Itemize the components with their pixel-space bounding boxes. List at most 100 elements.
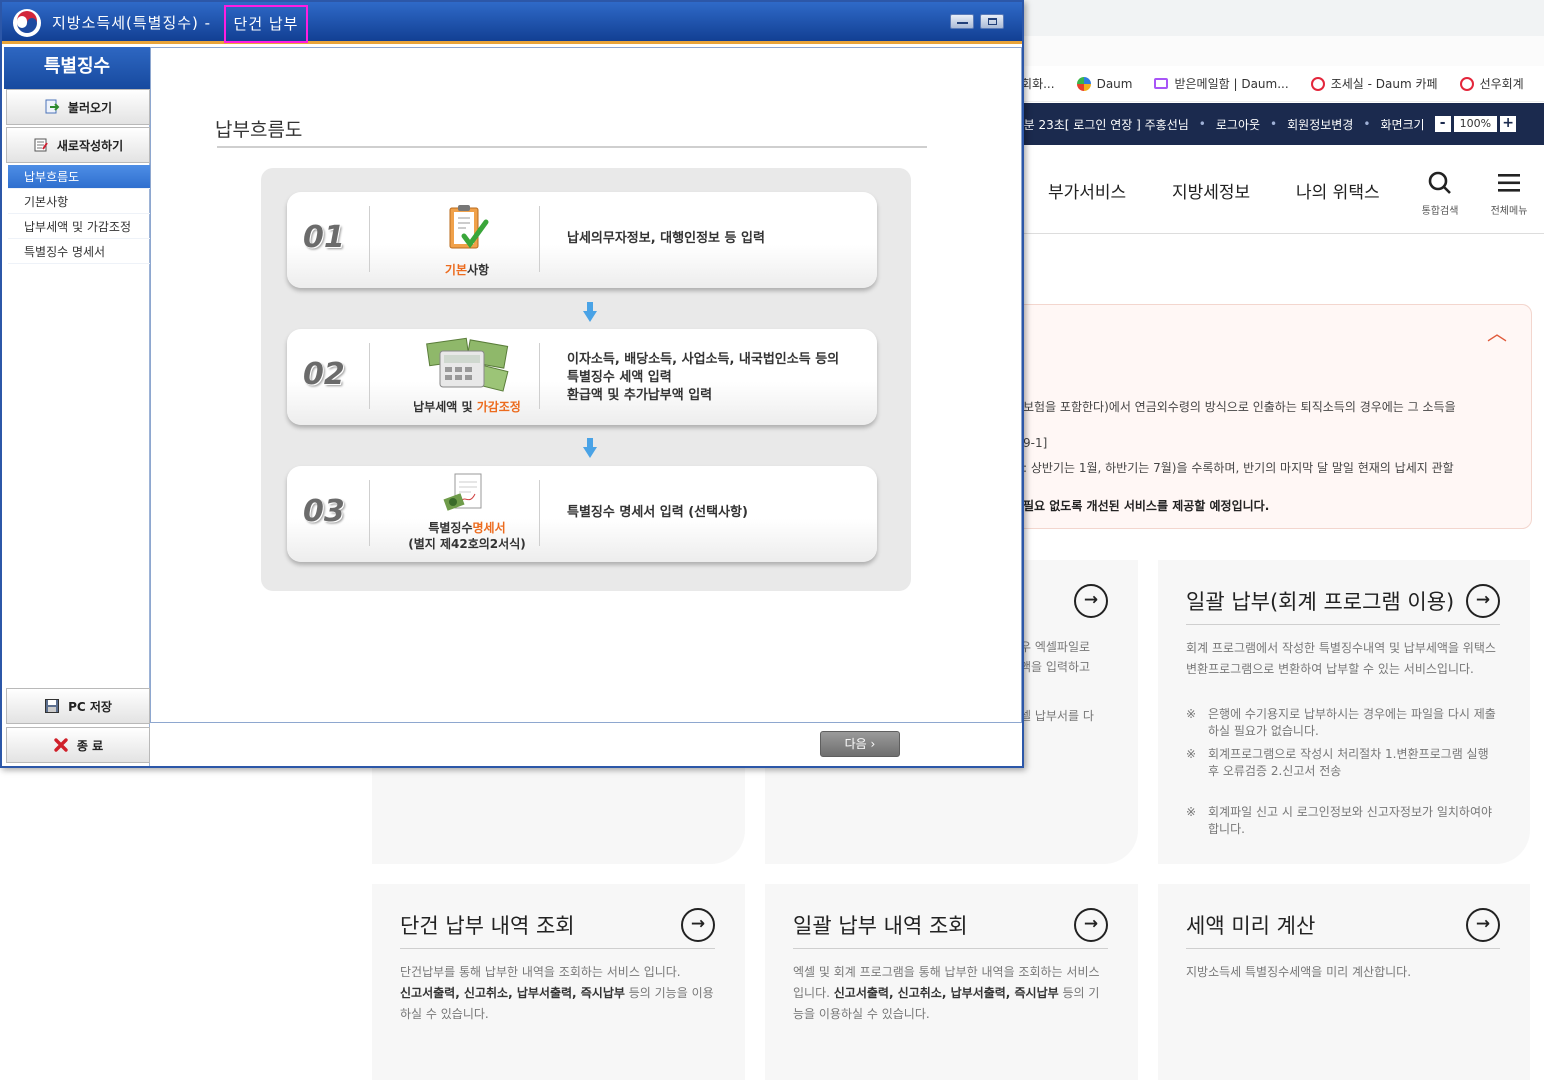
pc-save-label: PC 저장 xyxy=(68,699,112,714)
site-top-bar: 3분 23초[ 로그인 연장 ] 주홍선님 • 로그아웃 • 회원정보변경 • … xyxy=(1010,103,1544,145)
all-menu-label: 전체메뉴 xyxy=(1490,206,1528,217)
sidebar-item-tax-adjustment[interactable]: 납부세액 및 가감조정 xyxy=(8,215,150,239)
zoom-in-button[interactable]: + xyxy=(1500,116,1517,132)
card-text-fragment: 셀 납부서를 다 xyxy=(1020,709,1094,723)
nav-item-extra-services[interactable]: 부가서비스 xyxy=(1048,178,1126,203)
sidebar-header: 특별징수 xyxy=(4,47,150,89)
arrow-right-icon[interactable]: → xyxy=(1466,584,1500,618)
content-panel: 납부흐름도 01 기본사항 납세의무자정보, 대행인정보 등 입력 02 납부세… xyxy=(150,47,1022,723)
notice-panel: ︿ 보험을 포함한다)에서 연금외수령의 방식으로 인출하는 퇴직소득의 경우에… xyxy=(990,304,1532,529)
card-description: 지방소득세 특별징수세액을 미리 계산합니다. xyxy=(1186,965,1412,979)
step-description: 이자소득, 배당소득, 사업소득, 내국법인소득 등의 특별징수 세액 입력 환… xyxy=(567,352,840,403)
calculator-money-icon xyxy=(407,337,527,397)
restore-icon xyxy=(988,18,997,25)
nav-item-my-wetax[interactable]: 나의 위택스 xyxy=(1296,178,1380,203)
all-menu-button[interactable]: 전체메뉴 xyxy=(1479,170,1539,217)
arrow-right-icon[interactable]: → xyxy=(1466,908,1500,942)
bottom-bar: 다음 › xyxy=(150,723,1022,766)
logout-link[interactable]: 로그아웃 xyxy=(1216,116,1260,133)
bookmark-item[interactable]: 받은메일함 | Daum... xyxy=(1154,75,1289,92)
site-main-nav: 부가서비스 지방세정보 나의 위택스 통합검색 전체메뉴 xyxy=(1022,146,1544,234)
card-title: 세액 미리 계산 xyxy=(1186,914,1316,938)
flow-diagram: 01 기본사항 납세의무자정보, 대행인정보 등 입력 02 납부세액 및 가감… xyxy=(261,168,911,591)
search-icon xyxy=(1410,170,1470,202)
load-label: 불러오기 xyxy=(67,100,113,115)
new-document-button[interactable]: 새로작성하기 xyxy=(6,127,150,163)
step-label: 특별징수명세서 (별지 제42호의2서식) xyxy=(408,521,526,551)
mail-icon xyxy=(1154,78,1169,89)
bookmark-item[interactable]: Daum xyxy=(1076,76,1132,91)
cafe-icon xyxy=(1310,76,1325,91)
next-button[interactable]: 다음 › xyxy=(820,731,900,757)
notice-line: 필요 없도록 개선된 서비스를 제공할 예정입니다. xyxy=(1023,499,1270,513)
clipboard-check-icon xyxy=(407,202,527,258)
browser-address-area xyxy=(1022,36,1544,66)
arrow-right-icon[interactable]: → xyxy=(681,908,715,942)
bookmark-item[interactable]: 조세실 - Daum 카페 xyxy=(1310,75,1438,92)
load-document-icon xyxy=(44,99,60,115)
arrow-down-icon xyxy=(583,302,597,322)
search-label: 통합검색 xyxy=(1421,206,1459,217)
step-number: 02 xyxy=(303,357,345,392)
minimize-icon xyxy=(957,22,968,24)
hamburger-icon xyxy=(1479,170,1539,202)
card-bulk-program[interactable]: 일괄 납부(회계 프로그램 이용) → 회계 프로그램에서 작성한 특별징수내역… xyxy=(1158,560,1530,864)
sidebar-item-basic-info[interactable]: 기본사항 xyxy=(8,190,150,214)
card-note: 회계파일 신고 시 로그인정보와 신고자정보가 일치하여야 합니다. xyxy=(1186,804,1500,838)
card-text-fragment: 우 엑셀파일로 xyxy=(1020,640,1091,654)
search-button[interactable]: 통합검색 xyxy=(1410,170,1470,217)
card-note: 회계프로그램으로 작성시 처리절차 1.변환프로그램 실행 후 오류검증 2.신… xyxy=(1186,746,1500,780)
nav-item-local-tax-info[interactable]: 지방세정보 xyxy=(1172,178,1250,203)
load-button[interactable]: 불러오기 xyxy=(6,89,150,125)
flow-step-basic-info[interactable]: 01 기본사항 납세의무자정보, 대행인정보 등 입력 xyxy=(287,192,877,288)
flow-step-statement[interactable]: 03 특별징수명세서 (별지 제42호의2서식) 특별징수 명세서 입력 (선택… xyxy=(287,466,877,562)
zoom-value: 100% xyxy=(1453,116,1498,132)
card-single-history[interactable]: 단건 납부 내역 조회 → 단건납부를 통해 납부한 내역을 조회하는 서비스 … xyxy=(372,884,745,1080)
window-title: 지방소득세(특별징수) - xyxy=(52,14,212,32)
step-label: 납부세액 및 가감조정 xyxy=(413,400,521,414)
card-description: 회계 프로그램에서 작성한 특별징수내역 및 납부세액을 위택스 변환프로그램으… xyxy=(1186,641,1496,676)
card-text-fragment: 액을 입력하고 xyxy=(1020,660,1091,674)
arrow-right-icon[interactable]: → xyxy=(1074,584,1108,618)
window-titlebar[interactable]: 지방소득세(특별징수) - 단건 납부 xyxy=(2,2,1022,44)
zoom-out-button[interactable]: - xyxy=(1434,116,1451,132)
screen-size-label: 화면크기 xyxy=(1380,117,1425,132)
step-description: 납세의무자정보, 대행인정보 등 입력 xyxy=(567,231,765,246)
page-title: 납부흐름도 xyxy=(215,119,303,141)
arrow-down-icon xyxy=(583,438,597,458)
flow-step-tax-adjustment[interactable]: 02 납부세액 및 가감조정 이자소득, 배당소득, 사업소득, 내국법인소득 … xyxy=(287,329,877,425)
zoom-control: - 100% + xyxy=(1434,116,1517,132)
card-bulk-history[interactable]: 일괄 납부 내역 조회 → 엑셀 및 회계 프로그램을 통해 납부한 내역을 조… xyxy=(765,884,1138,1080)
card-description: 엑셀 및 회계 프로그램을 통해 납부한 내역을 조회하는 서비스입니다. 신고… xyxy=(793,965,1100,1021)
sidebar: 특별징수 불러오기 새로작성하기 납부흐름도 기본사항 납부세액 및 가감조정 … xyxy=(4,47,150,766)
member-info-link[interactable]: 회원정보변경 xyxy=(1287,116,1353,133)
bookmark-item[interactable]: 선우회계 xyxy=(1459,75,1524,92)
step-description: 특별징수 명세서 입력 (선택사항) xyxy=(567,505,748,520)
exit-button[interactable]: 종 료 xyxy=(6,727,150,763)
card-tax-calc[interactable]: 세액 미리 계산 → 지방소득세 특별징수세액을 미리 계산합니다. xyxy=(1158,884,1530,1080)
arrow-right-icon[interactable]: → xyxy=(1074,908,1108,942)
taegeuk-logo-icon xyxy=(13,9,41,37)
cafe-icon xyxy=(1459,76,1474,91)
card-title: 일괄 납부 내역 조회 xyxy=(793,914,968,938)
restore-button[interactable] xyxy=(980,14,1004,29)
pc-save-button[interactable]: PC 저장 xyxy=(6,688,150,724)
chevron-up-icon[interactable]: ︿ xyxy=(1487,317,1507,346)
window-title-highlight: 단건 납부 xyxy=(224,5,308,43)
exit-label: 종 료 xyxy=(76,738,104,753)
step-number: 01 xyxy=(303,220,345,255)
close-x-icon xyxy=(53,737,69,753)
sidebar-item-flow[interactable]: 납부흐름도 xyxy=(8,165,150,189)
new-document-icon xyxy=(33,137,49,153)
card-description: 단건납부를 통해 납부한 내역을 조회하는 서비스 입니다. 신고서출력, 신고취… xyxy=(400,965,714,1021)
new-document-label: 새로작성하기 xyxy=(56,138,124,153)
daum-icon xyxy=(1076,76,1091,91)
card-title: 단건 납부 내역 조회 xyxy=(400,914,575,938)
session-timer[interactable]: 3분 23초[ 로그인 연장 ] 주홍선님 xyxy=(1016,116,1189,133)
card-note: 은행에 수기용지로 납부하시는 경우에는 파일을 다시 제출하실 필요가 없습니… xyxy=(1186,706,1500,740)
step-label: 기본사항 xyxy=(444,263,490,277)
bookmarks-bar: 어회화... Daum 받은메일함 | Daum... 조세실 - Daum 카… xyxy=(1010,66,1544,102)
minimize-button[interactable] xyxy=(950,14,974,29)
floppy-disk-icon xyxy=(44,698,60,714)
sidebar-item-statement[interactable]: 특별징수 명세서 xyxy=(8,240,150,264)
